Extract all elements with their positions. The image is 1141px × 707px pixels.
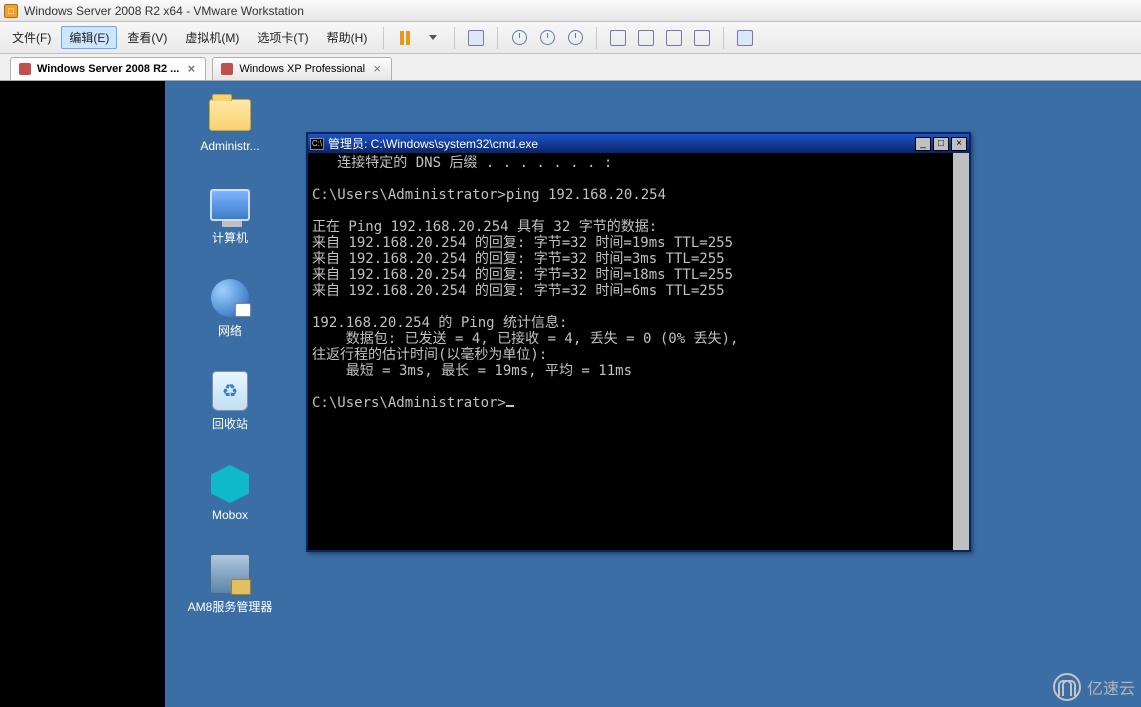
- unity-button[interactable]: [609, 29, 627, 47]
- power-dropdown[interactable]: [424, 29, 442, 47]
- vm-tab-label: Windows Server 2008 R2 ...: [37, 63, 179, 75]
- snapshot-manager-button[interactable]: [566, 29, 584, 47]
- recycle-bin-icon: [212, 371, 248, 411]
- desktop-icon-label: Administr...: [200, 139, 259, 153]
- vmware-menubar: 文件(F) 编辑(E) 查看(V) 虚拟机(M) 选项卡(T) 帮助(H): [0, 22, 1141, 54]
- vm-tab-icon: [19, 63, 31, 75]
- tab-close-icon[interactable]: ×: [185, 63, 197, 75]
- vmware-app-icon: □: [4, 4, 18, 18]
- watermark-text: 亿速云: [1087, 675, 1135, 699]
- cmd-window[interactable]: C:\ 管理员: C:\Windows\system32\cmd.exe _ □…: [306, 132, 971, 552]
- viewport-letterbox: [0, 81, 165, 707]
- desktop-icon-am8-server-manager[interactable]: AM8服务管理器: [185, 552, 275, 615]
- server-manager-icon: [210, 554, 250, 594]
- desktop-icon-label: Mobox: [212, 508, 248, 522]
- vm-tab-windows-xp[interactable]: Windows XP Professional ×: [212, 57, 392, 80]
- watermark-logo-icon: [1053, 673, 1081, 701]
- toolbar-separator: [454, 27, 455, 49]
- vm-tab-windows-server-2008[interactable]: Windows Server 2008 R2 ... ×: [10, 57, 206, 80]
- cmd-titlebar[interactable]: C:\ 管理员: C:\Windows\system32\cmd.exe _ □…: [308, 134, 969, 153]
- desktop-icon-administrator[interactable]: Administr...: [185, 93, 275, 153]
- toolbar-separator: [383, 27, 384, 49]
- maximize-button[interactable]: □: [933, 137, 949, 151]
- vmware-tabstrip: Windows Server 2008 R2 ... × Windows XP …: [0, 54, 1141, 81]
- snapshot-button[interactable]: [510, 29, 528, 47]
- desktop-icons: Administr... 计算机 网络 回收站 Mobox: [170, 93, 290, 615]
- desktop-icon-label: 计算机: [212, 229, 248, 246]
- watermark: 亿速云: [1053, 673, 1135, 701]
- toolbar-separator: [723, 27, 724, 49]
- computer-icon: [210, 189, 250, 221]
- vmware-title: Windows Server 2008 R2 x64 - VMware Work…: [24, 4, 304, 18]
- cmd-cursor: [506, 405, 514, 407]
- vm-tab-icon: [221, 63, 233, 75]
- cmd-app-icon: C:\: [310, 138, 324, 150]
- send-ctrl-alt-del-button[interactable]: [467, 29, 485, 47]
- desktop-icon-mobox[interactable]: Mobox: [185, 462, 275, 522]
- desktop-icon-recycle-bin[interactable]: 回收站: [185, 369, 275, 432]
- menu-tabs[interactable]: 选项卡(T): [249, 26, 316, 49]
- vmware-window: □ Windows Server 2008 R2 x64 - VMware Wo…: [0, 0, 1141, 707]
- folder-icon: [209, 99, 251, 131]
- guest-desktop[interactable]: Administr... 计算机 网络 回收站 Mobox: [165, 81, 1141, 707]
- desktop-icon-computer[interactable]: 计算机: [185, 183, 275, 246]
- cmd-scrollbar[interactable]: [953, 153, 969, 550]
- desktop-icon-label: 回收站: [212, 415, 248, 432]
- menu-edit[interactable]: 编辑(E): [61, 26, 117, 49]
- menu-vm[interactable]: 虚拟机(M): [177, 26, 247, 49]
- close-button[interactable]: ×: [951, 137, 967, 151]
- tab-close-icon[interactable]: ×: [371, 63, 383, 75]
- cmd-body-wrap: 连接特定的 DNS 后缀 . . . . . . . : C:\Users\Ad…: [308, 153, 969, 550]
- toolbar-separator: [596, 27, 597, 49]
- thumbnail-button[interactable]: [637, 29, 655, 47]
- revert-snapshot-button[interactable]: [538, 29, 556, 47]
- toolbar-separator: [497, 27, 498, 49]
- network-icon: [211, 279, 249, 317]
- fullscreen-button[interactable]: [736, 29, 754, 47]
- minimize-button[interactable]: _: [915, 137, 931, 151]
- desktop-icon-label: AM8服务管理器: [188, 598, 273, 615]
- vm-viewport: Administr... 计算机 网络 回收站 Mobox: [0, 81, 1141, 707]
- menu-help[interactable]: 帮助(H): [319, 26, 376, 49]
- menu-view[interactable]: 查看(V): [119, 26, 175, 49]
- multiple-monitors-button[interactable]: [693, 29, 711, 47]
- console-view-button[interactable]: [665, 29, 683, 47]
- pause-button[interactable]: [396, 29, 414, 47]
- desktop-icon-label: 网络: [218, 322, 242, 339]
- vmware-titlebar[interactable]: □ Windows Server 2008 R2 x64 - VMware Wo…: [0, 0, 1141, 22]
- vm-tab-label: Windows XP Professional: [239, 63, 365, 75]
- cmd-title: 管理员: C:\Windows\system32\cmd.exe: [328, 135, 915, 152]
- menu-file[interactable]: 文件(F): [4, 26, 59, 49]
- desktop-icon-network[interactable]: 网络: [185, 276, 275, 339]
- cmd-output[interactable]: 连接特定的 DNS 后缀 . . . . . . . : C:\Users\Ad…: [308, 153, 953, 550]
- mobox-icon: [211, 465, 249, 503]
